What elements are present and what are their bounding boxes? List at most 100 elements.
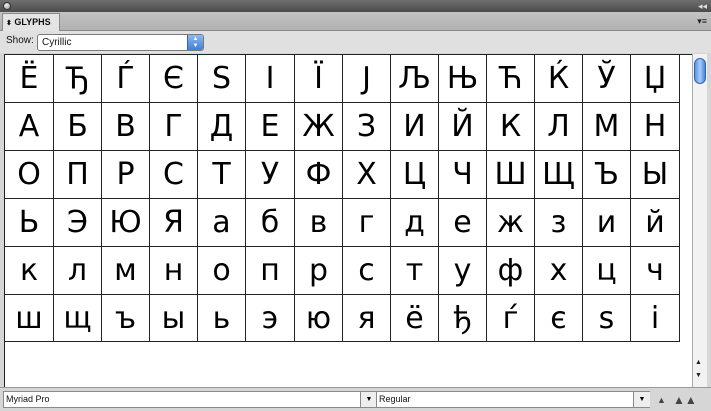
- glyph-cell[interactable]: ф: [487, 247, 535, 295]
- glyph-cell[interactable]: а: [198, 199, 246, 247]
- chevron-up-down-icon[interactable]: ▲ ▼: [187, 35, 203, 50]
- vertical-scrollbar[interactable]: ▲ ▼: [692, 54, 707, 387]
- glyph-cell[interactable]: У: [246, 151, 295, 199]
- glyph-cell[interactable]: э: [246, 295, 295, 342]
- zoom-out-icon[interactable]: ▲: [657, 395, 666, 405]
- glyph-cell[interactable]: ь: [198, 295, 246, 342]
- glyph-cell[interactable]: З: [343, 103, 391, 151]
- glyph-cell[interactable]: м: [102, 247, 150, 295]
- glyph-cell[interactable]: Э: [54, 199, 102, 247]
- glyph-cell[interactable]: Т: [198, 151, 246, 199]
- glyph-cell[interactable]: ъ: [102, 295, 150, 342]
- glyph-cell[interactable]: Ь: [5, 199, 54, 247]
- glyph-cell[interactable]: в: [295, 199, 343, 247]
- glyph-cell[interactable]: J: [343, 55, 391, 103]
- glyph-cell[interactable]: Ћ: [487, 55, 535, 103]
- glyph-cell[interactable]: б: [246, 199, 295, 247]
- glyph-cell[interactable]: н: [150, 247, 198, 295]
- glyph-cell[interactable]: Ђ: [54, 55, 102, 103]
- glyph-cell[interactable]: я: [343, 295, 391, 342]
- glyph-cell[interactable]: Ї: [295, 55, 343, 103]
- glyph-cell[interactable]: д: [391, 199, 439, 247]
- glyph-cell[interactable]: и: [583, 199, 631, 247]
- glyph-cell[interactable]: s: [583, 295, 631, 342]
- glyph-cell[interactable]: к: [5, 247, 54, 295]
- font-family-select[interactable]: Myriad Pro ▼: [3, 391, 377, 408]
- glyph-cell[interactable]: г: [343, 199, 391, 247]
- glyph-cell[interactable]: Љ: [391, 55, 439, 103]
- glyph-cell[interactable]: є: [535, 295, 583, 342]
- glyph-cell[interactable]: Д: [198, 103, 246, 151]
- glyph-cell[interactable]: Р: [102, 151, 150, 199]
- font-style-select[interactable]: Regular ▼: [376, 391, 650, 408]
- glyph-cell[interactable]: Њ: [439, 55, 487, 103]
- glyph-cell[interactable]: І: [246, 55, 295, 103]
- glyph-cell[interactable]: К: [487, 103, 535, 151]
- glyph-cell[interactable]: Ё: [5, 55, 54, 103]
- glyph-cell[interactable]: т: [391, 247, 439, 295]
- glyph-cell[interactable]: Й: [439, 103, 487, 151]
- glyph-cell[interactable]: Х: [343, 151, 391, 199]
- glyph-cell[interactable]: П: [54, 151, 102, 199]
- scroll-down-arrow-icon[interactable]: ▼: [695, 372, 702, 379]
- glyph-cell[interactable]: В: [102, 103, 150, 151]
- glyph-cell[interactable]: Ќ: [535, 55, 583, 103]
- glyph-cell[interactable]: С: [150, 151, 198, 199]
- glyph-cell[interactable]: щ: [54, 295, 102, 342]
- show-select[interactable]: Cyrillic ▲ ▼: [37, 34, 204, 51]
- glyph-cell[interactable]: Е: [246, 103, 295, 151]
- chevron-down-icon[interactable]: ▼: [633, 392, 650, 407]
- glyph-cell[interactable]: ђ: [439, 295, 487, 342]
- glyph-cell[interactable]: з: [535, 199, 583, 247]
- glyph-cell[interactable]: ѓ: [487, 295, 535, 342]
- glyph-cell[interactable]: Щ: [535, 151, 583, 199]
- glyph-cell[interactable]: о: [198, 247, 246, 295]
- glyph-cell[interactable]: И: [391, 103, 439, 151]
- glyph-cell[interactable]: Я: [150, 199, 198, 247]
- tab-glyphs[interactable]: ⬍ GLYPHS: [2, 13, 60, 31]
- glyph-cell[interactable]: А: [5, 103, 54, 151]
- glyph-cell[interactable]: Ч: [439, 151, 487, 199]
- glyph-cell[interactable]: ж: [487, 199, 535, 247]
- glyph-cell[interactable]: S: [198, 55, 246, 103]
- glyph-cell[interactable]: Ш: [487, 151, 535, 199]
- glyph-cell[interactable]: Ў: [583, 55, 631, 103]
- glyph-cell[interactable]: е: [439, 199, 487, 247]
- glyph-cell[interactable]: Є: [150, 55, 198, 103]
- glyph-cell[interactable]: ы: [150, 295, 198, 342]
- glyph-cell[interactable]: Ѓ: [102, 55, 150, 103]
- glyph-cell[interactable]: Б: [54, 103, 102, 151]
- glyph-cell[interactable]: і: [631, 295, 680, 342]
- glyph-cell[interactable]: ц: [583, 247, 631, 295]
- glyph-cell[interactable]: р: [295, 247, 343, 295]
- glyph-cell[interactable]: Ю: [102, 199, 150, 247]
- zoom-in-icon[interactable]: ▲▲: [673, 393, 697, 407]
- chevron-down-icon[interactable]: ▼: [360, 392, 377, 407]
- glyph-cell[interactable]: Г: [150, 103, 198, 151]
- glyph-cell[interactable]: ш: [5, 295, 54, 342]
- glyph-cell[interactable]: ё: [391, 295, 439, 342]
- glyph-cell[interactable]: Л: [535, 103, 583, 151]
- glyph-cell[interactable]: М: [583, 103, 631, 151]
- glyph-cell[interactable]: л: [54, 247, 102, 295]
- glyph-cell[interactable]: х: [535, 247, 583, 295]
- glyph-cell[interactable]: ю: [295, 295, 343, 342]
- collapse-panel-icon[interactable]: ◂◂: [698, 0, 707, 12]
- scroll-up-arrow-icon[interactable]: ▲: [695, 359, 702, 366]
- glyph-cell[interactable]: Ц: [391, 151, 439, 199]
- glyph-cell[interactable]: О: [5, 151, 54, 199]
- glyph-cell[interactable]: й: [631, 199, 680, 247]
- glyph-cell[interactable]: у: [439, 247, 487, 295]
- scrollbar-thumb[interactable]: [694, 58, 706, 84]
- glyph-cell[interactable]: с: [343, 247, 391, 295]
- panel-menu-icon[interactable]: ▾≡: [697, 15, 707, 27]
- glyph-cell[interactable]: п: [246, 247, 295, 295]
- close-icon[interactable]: [3, 2, 11, 10]
- glyph-cell[interactable]: Џ: [631, 55, 680, 103]
- glyph-cell[interactable]: Ж: [295, 103, 343, 151]
- glyph-cell[interactable]: Ф: [295, 151, 343, 199]
- glyph-cell[interactable]: ч: [631, 247, 680, 295]
- glyph-cell[interactable]: Н: [631, 103, 680, 151]
- glyph-cell[interactable]: Ы: [631, 151, 680, 199]
- glyph-cell[interactable]: Ъ: [583, 151, 631, 199]
